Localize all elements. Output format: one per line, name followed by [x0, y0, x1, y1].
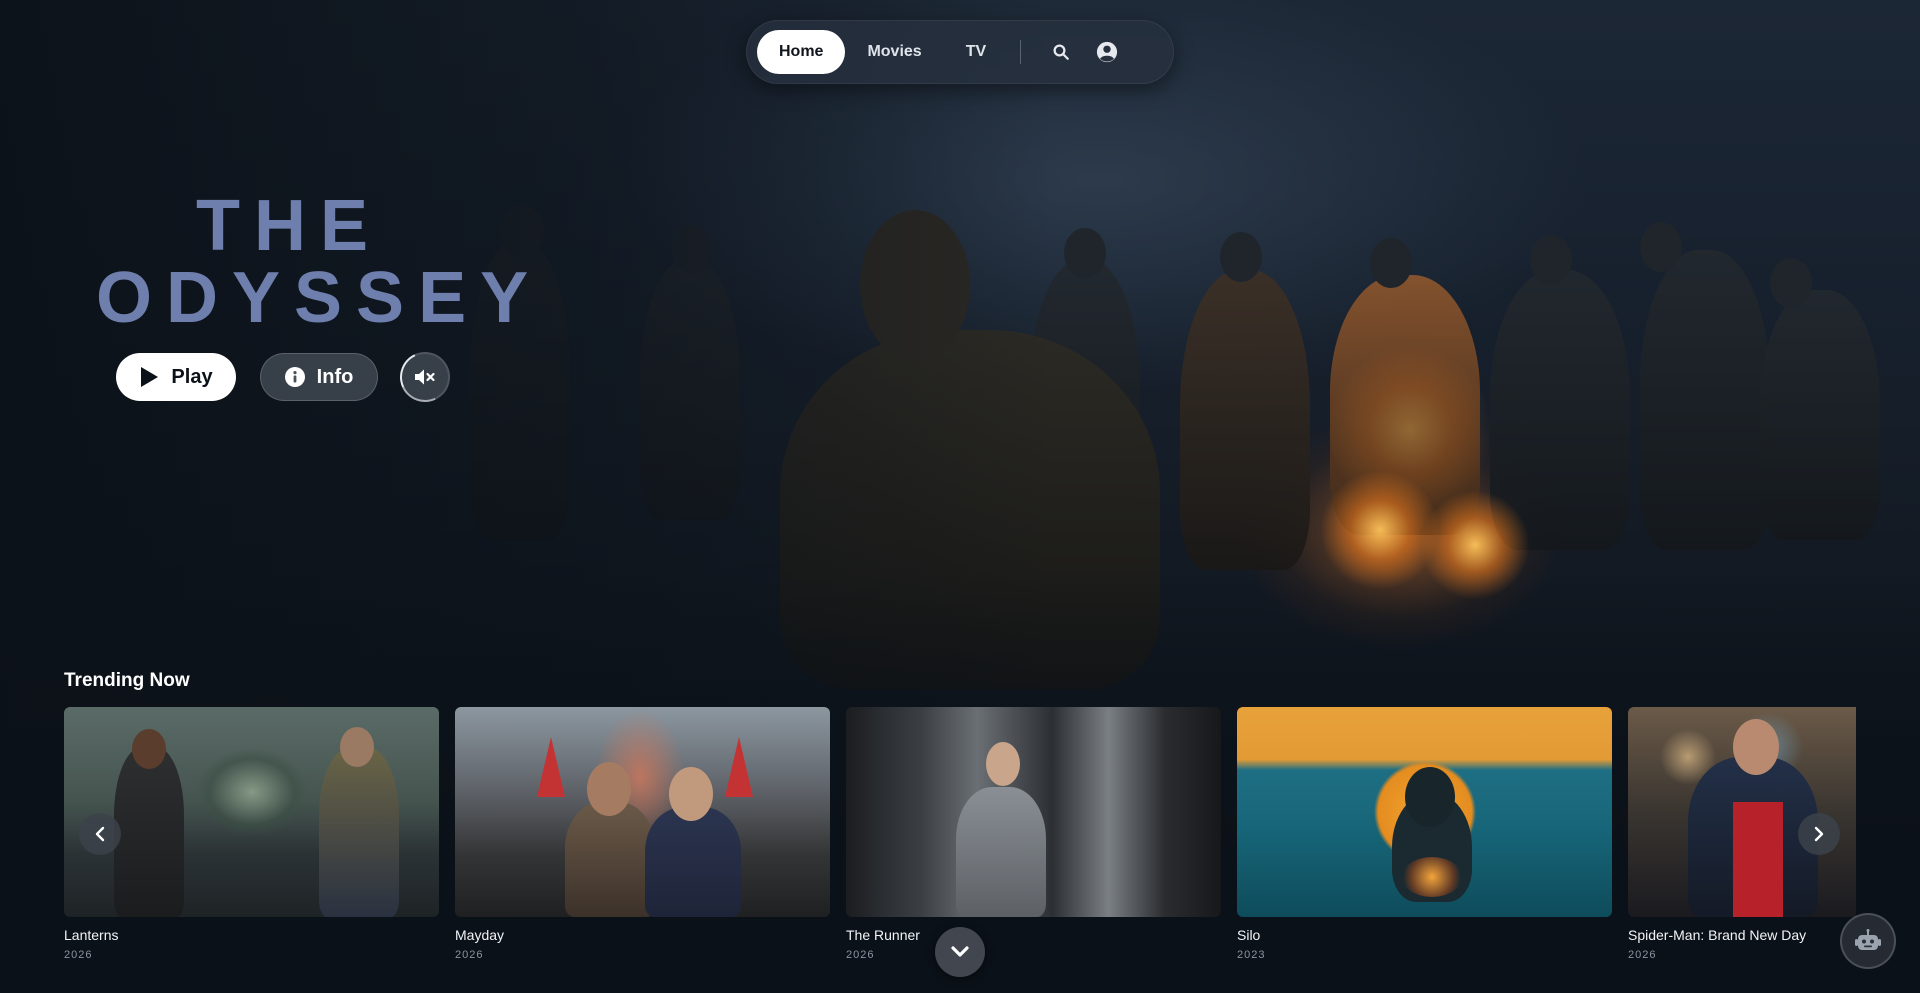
mute-button[interactable]: [392, 344, 458, 410]
robot-icon: [1855, 929, 1881, 950]
title-card-silo[interactable]: Silo 2023: [1237, 707, 1612, 961]
chevron-left-icon: [95, 826, 105, 842]
hero-actions: Play Info: [116, 344, 458, 410]
info-icon: [284, 367, 305, 387]
search-icon[interactable]: [1041, 32, 1081, 72]
poster-spider-man: [1628, 707, 1856, 917]
nav-tv[interactable]: TV: [944, 30, 1008, 74]
nav-movies[interactable]: Movies: [845, 30, 943, 74]
card-title: Lanterns: [64, 927, 119, 943]
poster-lanterns: [64, 707, 439, 917]
nav-divider: [1020, 40, 1022, 64]
scroll-down-button[interactable]: [935, 927, 985, 977]
carousel-prev-button[interactable]: [79, 813, 121, 855]
carousel-next-button[interactable]: [1798, 813, 1840, 855]
play-button[interactable]: Play: [116, 353, 236, 401]
title-card-mayday[interactable]: Mayday 2026: [455, 707, 830, 961]
chevron-down-icon: [951, 946, 969, 957]
hero-title-line2: ODYSSEY: [96, 258, 543, 338]
play-label: Play: [171, 365, 213, 388]
card-year: 2026: [455, 949, 484, 961]
poster-silo: [1237, 707, 1612, 917]
title-card-the-runner[interactable]: The Runner 2026: [846, 707, 1221, 961]
user-circle-icon[interactable]: [1087, 32, 1127, 72]
card-title: Spider-Man: Brand New Day: [1628, 927, 1807, 943]
card-title: The Runner: [846, 927, 920, 943]
play-icon: [141, 367, 159, 387]
assistant-button[interactable]: [1840, 913, 1896, 969]
info-button[interactable]: Info: [260, 353, 378, 401]
hero-title-line1: THE: [196, 186, 382, 266]
card-title: Silo: [1237, 927, 1261, 943]
trending-row-title: Trending Now: [64, 670, 190, 691]
card-title: Mayday: [455, 927, 505, 943]
nav-home[interactable]: Home: [757, 30, 846, 74]
card-year: 2026: [846, 949, 875, 961]
hero-title-logo: THE ODYSSEY: [82, 186, 543, 338]
card-year: 2023: [1237, 949, 1266, 961]
chevron-right-icon: [1814, 826, 1824, 842]
poster-the-runner: [846, 707, 1221, 917]
top-navigation: Home Movies TV: [746, 20, 1174, 84]
poster-mayday: [455, 707, 830, 917]
card-year: 2026: [1628, 949, 1657, 961]
card-year: 2026: [64, 949, 93, 961]
info-label: Info: [316, 365, 354, 388]
